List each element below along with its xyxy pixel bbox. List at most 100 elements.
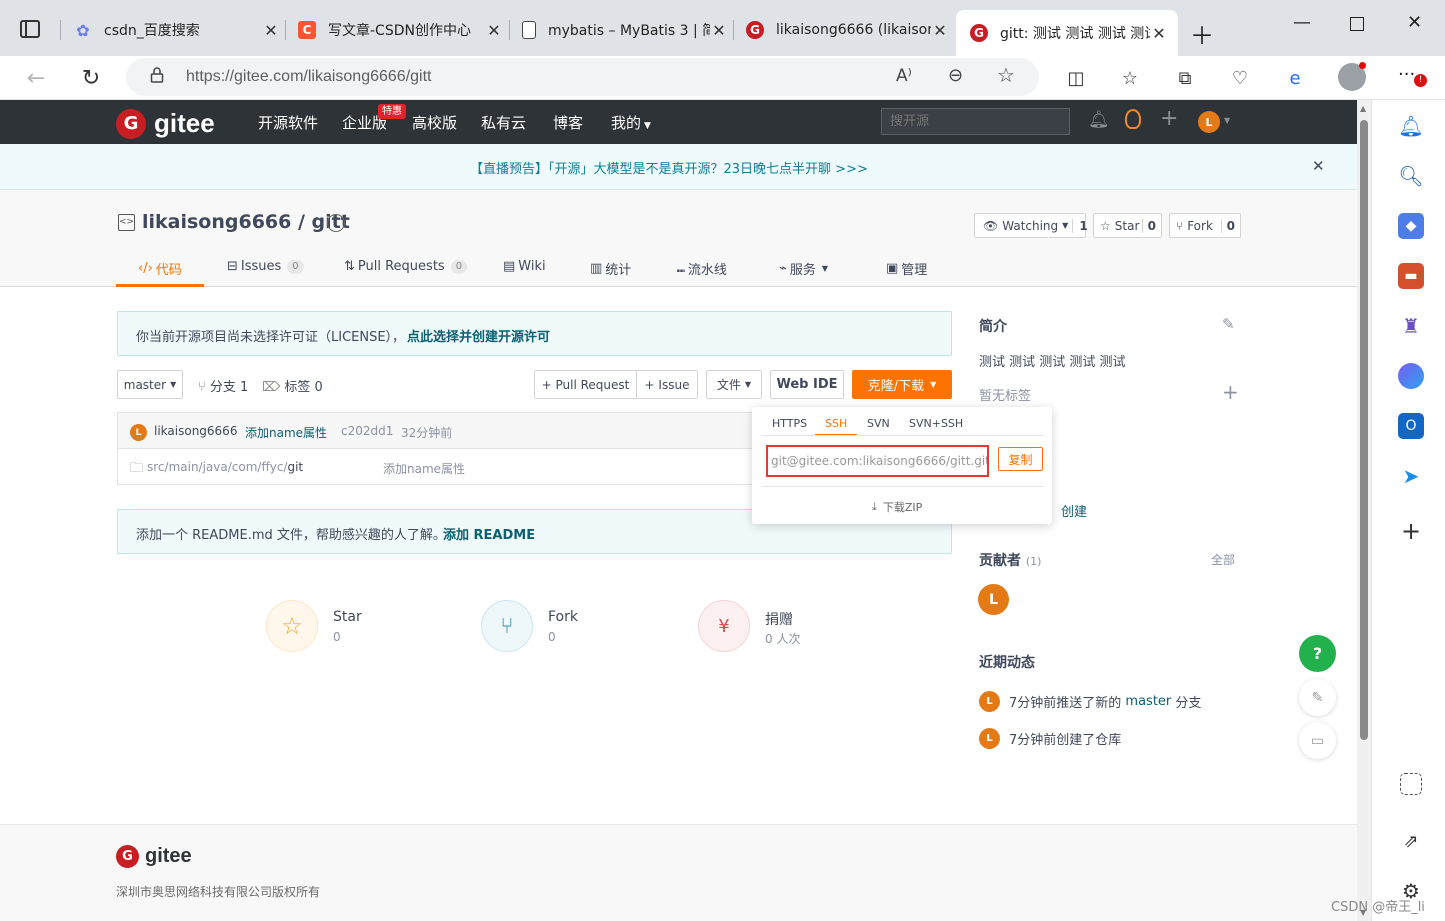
browser-tab-csdn-baidu[interactable]: ✿ csdn_百度搜索 ✕ [74,12,280,48]
browser-tab-csdn-write[interactable]: C 写文章-CSDN创作中心 ✕ [298,12,503,48]
browser-tab-gitee-profile[interactable]: G likaisong6666 (likaisong) ✕ [746,12,949,48]
nav-private-cloud[interactable]: 私有云 [481,112,526,133]
caret-down-icon[interactable]: ▼ [1224,116,1230,125]
minimize-button[interactable]: — [1293,12,1311,33]
close-tab-icon[interactable]: ✕ [710,21,728,40]
nav-open-source[interactable]: 开源软件 [258,112,318,133]
favorites-icon[interactable]: ☆ [1116,64,1144,92]
close-tab-icon[interactable]: ✕ [485,21,503,40]
tab-wiki[interactable]: ▤ Wiki [503,259,546,274]
create-release-link[interactable]: 创建 [1061,501,1087,520]
star-button[interactable]: ☆ Star 0 [1093,213,1162,238]
favorite-star-icon[interactable]: ☆ [997,63,1015,87]
repo-badge-icon[interactable] [327,214,345,232]
nav-mine[interactable]: 我的 ▼ [611,112,651,133]
help-button[interactable]: ? [1299,635,1336,672]
shopping-tag-icon[interactable]: ◆ [1398,213,1424,239]
avatar[interactable]: L [979,728,1000,749]
create-license-link[interactable]: 点此选择并创建开源许可 [407,326,550,345]
tab-services[interactable]: ⌁ 服务 ▼ [779,259,828,278]
nav-education[interactable]: 高校版 [412,112,457,133]
url-bar[interactable]: https://gitee.com/likaisong6666/gitt A⁾ … [126,58,1039,96]
tab-code[interactable]: ‹/› 代码 [138,259,182,278]
lightbulb-icon[interactable] [1125,109,1141,129]
tab-pipeline[interactable]: ⑉ 流水线 [677,259,727,278]
bell-icon[interactable]: 🔔︎ [1088,110,1110,130]
chat-icon[interactable]: ▭ [1299,722,1336,759]
all-contributors-link[interactable]: 全部 [1211,551,1235,568]
tools-briefcase-icon[interactable]: ▬ [1398,263,1424,289]
clone-download-button[interactable]: 克隆/下载 ▼ [852,370,952,399]
branches-link[interactable]: ⑂ 分支 1 [198,376,248,395]
commit-hash[interactable]: c202dd1 [341,424,393,438]
scroll-up-icon[interactable]: ▲ [1360,104,1366,113]
browser-tab-mybatis[interactable]: mybatis – MyBatis 3 | 简介 ✕ [522,12,728,48]
banner-link[interactable]: 【直播预告】「开源」大模型是不是真开源？23日晚七点半开聊 >>> [470,158,868,177]
user-avatar[interactable]: L [1198,111,1220,133]
file-menu-button[interactable]: 文件 ▼ [706,370,762,399]
back-arrow-icon[interactable]: ← [22,64,50,92]
footer-logo[interactable]: G gitee [116,845,192,868]
search-icon[interactable]: 🔍︎ [1398,163,1424,189]
send-icon[interactable]: ➤ [1398,463,1424,489]
maximize-button[interactable] [1350,17,1364,31]
tab-issues[interactable]: ⊟ Issues 0 [227,259,304,274]
new-tab-button[interactable]: ＋ [1190,16,1214,51]
browser-essentials-icon[interactable]: ♡ [1226,64,1254,92]
page-scrollbar[interactable]: ▲ ▼ [1357,100,1371,921]
add-readme-link[interactable]: 添加 README [443,524,535,543]
copilot-icon[interactable] [1398,363,1424,389]
edit-intro-icon[interactable]: ✎ [1222,315,1235,333]
clone-tab-svn[interactable]: SVN [867,417,890,430]
branch-select[interactable]: master ▼ [117,370,183,399]
donate-stat[interactable]: ¥ 捐赠 0 人次 [698,600,800,652]
file-path[interactable]: src/main/java/com/ffyc/git [147,460,303,474]
close-tab-icon[interactable]: ✕ [1150,24,1168,43]
close-tab-icon[interactable]: ✕ [262,21,280,40]
commit-message[interactable]: 添加name属性 [245,424,327,441]
fork-stat[interactable]: ⑂ Fork 0 [481,600,578,652]
copy-url-button[interactable]: 复制 [998,447,1043,471]
zoom-icon[interactable]: ⊖ [948,65,963,86]
refresh-icon[interactable]: ↻ [77,64,105,92]
commit-author[interactable]: likaisong6666 [154,424,237,438]
clone-tab-svn-ssh[interactable]: SVN+SSH [909,417,963,430]
add-tag-icon[interactable]: + [1222,380,1239,404]
outlook-icon[interactable]: O [1398,413,1424,439]
more-menu-icon[interactable]: ··· [1398,64,1415,85]
close-window-button[interactable]: ✕ [1407,12,1422,33]
tab-pull-requests[interactable]: ⇅ Pull Requests 0 [344,259,468,274]
close-tab-icon[interactable]: ✕ [931,21,949,40]
contributor-avatar[interactable]: L [978,584,1009,615]
edge-ie-mode-icon[interactable]: e [1281,64,1309,92]
tab-stats[interactable]: ▥ 统计 [590,259,631,278]
tab-manage[interactable]: ▣ 管理 [886,259,927,278]
clone-url-input[interactable] [766,445,989,477]
nav-blog[interactable]: 博客 [553,112,583,133]
read-aloud-icon[interactable]: A⁾ [896,66,912,86]
close-banner-icon[interactable]: ✕ [1312,157,1325,175]
new-pull-request-button[interactable]: + Pull Request [534,370,637,399]
gitee-logo[interactable]: G gitee [116,108,215,139]
search-input[interactable] [881,108,1070,135]
collections-icon[interactable]: ⧉ [1171,64,1199,92]
scrollbar-thumb[interactable] [1360,120,1368,740]
split-screen-icon[interactable]: ◫ [1062,64,1090,92]
notification-bell-icon[interactable]: 🔔︎ [1398,113,1424,139]
open-external-icon[interactable]: ⇗ [1398,828,1424,854]
star-stat[interactable]: ☆ Star 0 [266,600,362,652]
repo-owner-link[interactable]: likaisong6666 [142,211,291,233]
plus-icon[interactable]: + [1160,106,1178,131]
branch-link[interactable]: master [1125,694,1171,709]
screenshot-icon[interactable] [1400,773,1422,795]
feedback-edit-icon[interactable]: ✎ [1299,679,1336,716]
add-sidebar-app-icon[interactable]: + [1398,517,1424,545]
download-zip-link[interactable]: ⤓ 下载ZIP [872,499,922,515]
tags-link[interactable]: ⌦ 标签 0 [262,376,323,395]
new-issue-button[interactable]: + Issue [636,370,698,399]
browser-tab-gitt-active[interactable]: G gitt: 测试 测试 测试 测试 ✕ [956,10,1178,56]
games-chess-icon[interactable]: ♜ [1398,313,1424,339]
web-ide-button[interactable]: Web IDE [770,370,844,399]
clone-tab-ssh[interactable]: SSH [825,417,847,430]
watch-button[interactable]: 👁︎ Watching ▼ 1 [974,213,1088,238]
